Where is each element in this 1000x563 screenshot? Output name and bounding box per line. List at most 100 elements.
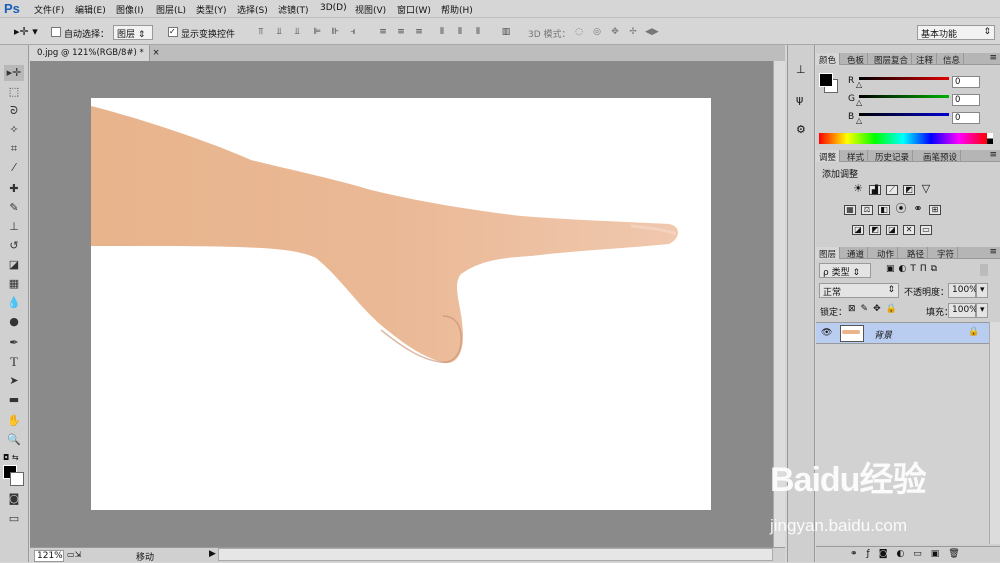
default-colors-icon[interactable]: ◘ ⇆ bbox=[3, 453, 19, 462]
quick-select-tool-icon[interactable]: ✧ bbox=[4, 122, 24, 138]
color-fg-swatch[interactable] bbox=[819, 73, 833, 87]
layers-footer-icons[interactable]: ⚭ƒ◙◐▭▣🗑 bbox=[816, 546, 1000, 562]
properties-icon[interactable]: ⚙ bbox=[796, 123, 806, 136]
selective-color-icon[interactable]: ✕ bbox=[903, 225, 915, 235]
horizontal-scrollbar[interactable] bbox=[218, 548, 773, 561]
vibrance-icon[interactable]: ▽ bbox=[920, 183, 932, 195]
lock-options-icons[interactable]: ⊠✎✥🔒 bbox=[848, 304, 902, 314]
tab-layers[interactable]: 图层 bbox=[816, 247, 841, 260]
r-slider[interactable] bbox=[859, 77, 949, 80]
3d-pan-icon[interactable]: ✥ bbox=[609, 27, 621, 37]
3d-rotate-icon[interactable]: ◌ bbox=[573, 27, 585, 37]
menu-view[interactable]: 视图(V) bbox=[355, 3, 386, 16]
auto-align-icon[interactable]: ▥ bbox=[500, 27, 512, 37]
tab-paths[interactable]: 路径 bbox=[904, 247, 929, 260]
color-lookup-icon[interactable]: ⊞ bbox=[929, 205, 941, 215]
auto-select-checkbox[interactable] bbox=[51, 27, 61, 37]
hue-saturation-icon[interactable]: ▦ bbox=[844, 205, 856, 215]
menu-edit[interactable]: 编辑(E) bbox=[75, 3, 106, 16]
distribute-vcenter-icon[interactable]: ≡ bbox=[395, 27, 407, 37]
document-tab[interactable]: 0.jpg @ 121%(RGB/8#) * × bbox=[30, 45, 160, 61]
3d-slide-icon[interactable]: ✢ bbox=[627, 27, 639, 37]
tab-brush-presets[interactable]: 画笔预设 bbox=[920, 150, 962, 163]
fill-input[interactable]: 100% bbox=[948, 303, 978, 318]
3d-roll-icon[interactable]: ◎ bbox=[591, 27, 603, 37]
tab-swatches[interactable]: 色板 bbox=[844, 53, 869, 66]
zoom-level[interactable]: 121% bbox=[34, 550, 64, 562]
auto-select-dropdown[interactable]: 图层 ⇕ bbox=[113, 25, 153, 40]
menu-help[interactable]: 帮助(H) bbox=[441, 3, 473, 16]
tab-color[interactable]: 颜色 bbox=[816, 53, 841, 66]
fill-dropdown-arrow[interactable]: ▾ bbox=[976, 303, 988, 318]
path-selection-tool-icon[interactable]: ➤ bbox=[4, 373, 24, 389]
layers-list-empty-area[interactable] bbox=[816, 344, 989, 544]
layer-name[interactable]: 背景 bbox=[874, 328, 892, 341]
status-info-icon[interactable]: ▭⇲ bbox=[67, 550, 81, 559]
distribute-left-icon[interactable]: ⦀ bbox=[436, 27, 448, 37]
curves-icon[interactable]: ⟋ bbox=[886, 185, 898, 195]
status-menu-arrow-icon[interactable]: ▶ bbox=[209, 549, 216, 559]
tab-history[interactable]: 历史记录 bbox=[872, 150, 914, 163]
gradient-map-icon[interactable]: ▭ bbox=[920, 225, 932, 235]
tab-character[interactable]: 字符 bbox=[934, 247, 959, 260]
g-slider[interactable] bbox=[859, 95, 949, 98]
tab-channels[interactable]: 通道 bbox=[844, 247, 869, 260]
hand-tool-icon[interactable]: ✋ bbox=[4, 413, 24, 429]
close-tab-icon[interactable]: × bbox=[152, 48, 159, 58]
align-left-icon[interactable]: ⊫ bbox=[311, 27, 323, 37]
b-value-input[interactable]: 0 bbox=[952, 112, 980, 124]
eraser-tool-icon[interactable]: ◪ bbox=[4, 257, 24, 273]
document-image[interactable] bbox=[91, 98, 711, 510]
distribute-right-icon[interactable]: ⦀ bbox=[472, 27, 484, 37]
tab-styles[interactable]: 样式 bbox=[844, 150, 869, 163]
brush-tool-icon[interactable]: ✎ bbox=[4, 200, 24, 216]
menu-filter[interactable]: 滤镜(T) bbox=[278, 3, 309, 16]
menu-image[interactable]: 图像(I) bbox=[116, 3, 144, 16]
type-tool-icon[interactable]: T bbox=[4, 354, 24, 370]
tab-adjustments[interactable]: 调整 bbox=[816, 150, 841, 163]
panel-menu-icon[interactable]: ≡ bbox=[989, 53, 997, 63]
zoom-tool-icon[interactable]: 🔍 bbox=[4, 432, 24, 448]
levels-icon[interactable]: ▟ bbox=[869, 185, 881, 195]
menu-file[interactable]: 文件(F) bbox=[34, 3, 64, 16]
menu-window[interactable]: 窗口(W) bbox=[397, 3, 431, 16]
photo-filter-icon[interactable]: ⦿ bbox=[895, 203, 907, 215]
rectangle-tool-icon[interactable]: ▬ bbox=[4, 392, 24, 408]
tool-presets-icon[interactable]: ⊥ bbox=[796, 63, 806, 76]
tab-info[interactable]: 信息 bbox=[940, 53, 965, 66]
align-right-icon[interactable]: ⫣ bbox=[347, 27, 359, 37]
menu-3d[interactable]: 3D(D) bbox=[320, 3, 347, 13]
b-slider-thumb-icon[interactable]: △ bbox=[856, 116, 862, 125]
dodge-tool-icon[interactable]: ● bbox=[4, 314, 24, 330]
layer-filter-icons[interactable]: ▣◐TП⧉ bbox=[886, 264, 941, 274]
r-slider-thumb-icon[interactable]: △ bbox=[856, 80, 862, 89]
align-bottom-icon[interactable]: ⫫ bbox=[291, 27, 303, 37]
move-tool-preset-icon[interactable]: ▸✛ ▾ bbox=[14, 25, 38, 38]
layer-filter-dropdown[interactable]: ρ 类型 ⇕ bbox=[819, 263, 871, 278]
healing-brush-tool-icon[interactable]: ✚ bbox=[4, 181, 24, 197]
black-white-icon[interactable]: ◧ bbox=[878, 205, 890, 215]
g-slider-thumb-icon[interactable]: △ bbox=[856, 98, 862, 107]
layer-row-background[interactable]: 👁 背景 🔒 bbox=[816, 322, 989, 344]
lasso-tool-icon[interactable]: ᘐ bbox=[4, 103, 24, 119]
eyedropper-tool-icon[interactable]: ⁄ bbox=[4, 160, 24, 176]
background-color-swatch[interactable] bbox=[10, 472, 24, 486]
opacity-dropdown-arrow[interactable]: ▾ bbox=[976, 283, 988, 298]
color-balance-icon[interactable]: ⚖ bbox=[861, 205, 873, 215]
g-value-input[interactable]: 0 bbox=[952, 94, 980, 106]
pen-tool-icon[interactable]: ✒ bbox=[4, 335, 24, 351]
distribute-hcenter-icon[interactable]: ⦀ bbox=[454, 27, 466, 37]
crop-tool-icon[interactable]: ⌗ bbox=[4, 141, 24, 157]
color-spectrum-bar[interactable] bbox=[819, 133, 987, 144]
posterize-icon[interactable]: ◩ bbox=[869, 225, 881, 235]
visibility-eye-icon[interactable]: 👁 bbox=[821, 328, 832, 338]
workspace-dropdown[interactable]: 基本功能 ⇕ bbox=[917, 25, 995, 40]
layers-scrollbar[interactable] bbox=[989, 322, 1000, 544]
tab-layer-comps[interactable]: 图层复合 bbox=[871, 53, 913, 66]
channel-mixer-icon[interactable]: ⚭ bbox=[912, 203, 924, 215]
tab-notes[interactable]: 注释 bbox=[913, 53, 938, 66]
brush-presets-icon[interactable]: ψ bbox=[796, 93, 803, 106]
filter-toggle-icon[interactable] bbox=[980, 264, 988, 276]
marquee-tool-icon[interactable]: ⬚ bbox=[4, 84, 24, 100]
clone-stamp-tool-icon[interactable]: ⊥ bbox=[4, 219, 24, 235]
